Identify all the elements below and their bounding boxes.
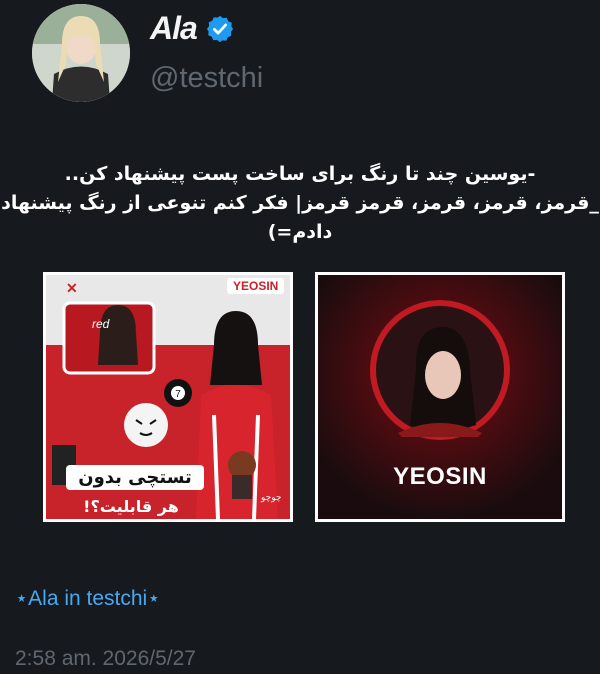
display-name[interactable]: Ala xyxy=(150,10,198,47)
media-1-caption-top: تستچی بدون xyxy=(66,465,204,490)
media-1-caption-bottom: هر قابلیت؟! xyxy=(83,497,179,516)
svg-text:7: 7 xyxy=(175,389,181,400)
user-handle[interactable]: @testchi xyxy=(150,62,263,95)
tweet-line-2: _قرمز، قرمز، قرمز، قرمز قرمز| فکر کنم تن… xyxy=(1,192,599,243)
svg-text:✕: ✕ xyxy=(66,280,78,296)
media-2-label: YEOSIN xyxy=(393,463,487,490)
media-1-sticker-text: چوچو xyxy=(261,493,282,503)
avatar[interactable] xyxy=(32,4,130,102)
media-image-2[interactable]: YEOSIN xyxy=(315,272,565,522)
tweet-timestamp[interactable]: 2:58 am. 2026/5/27 xyxy=(15,647,196,671)
verified-badge-icon xyxy=(206,15,233,42)
tweet-line-1: -یوسین چند تا رنگ برای ساخت پست پیشنهاد … xyxy=(64,163,536,185)
avatar-image xyxy=(32,4,130,102)
media-1-small-label: red xyxy=(92,317,110,331)
media-image-1[interactable]: 7 ✕ YEOSIN red تستچی بدون هر قابلیت؟! چو… xyxy=(43,272,293,522)
tweet-text: -یوسین چند تا رنگ برای ساخت پست پیشنهاد … xyxy=(0,160,600,247)
community-tag-link[interactable]: ⋆Ala in testchi⋆ xyxy=(15,586,160,611)
media-1-badge: YEOSIN xyxy=(227,278,285,294)
